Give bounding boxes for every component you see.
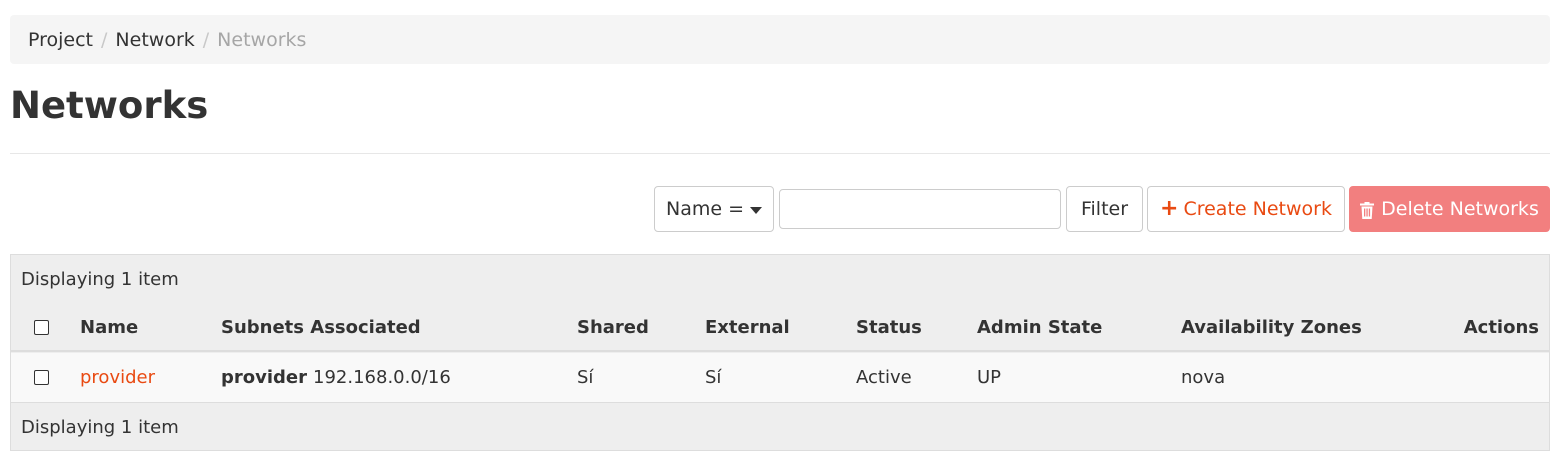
networks-page: Project / Network / Networks Networks Na… xyxy=(0,0,1559,475)
filter-field-dropdown[interactable]: Name = xyxy=(654,186,774,232)
page-title: Networks xyxy=(10,84,209,127)
column-header-external[interactable]: External xyxy=(705,304,790,350)
breadcrumb-separator: / xyxy=(202,28,210,51)
shared-cell: Sí xyxy=(577,367,594,388)
status-cell: Active xyxy=(856,367,912,388)
column-header-name[interactable]: Name xyxy=(80,304,138,350)
select-all-cell xyxy=(34,304,49,350)
create-network-button[interactable]: + Create Network xyxy=(1147,186,1345,232)
table-row: provider provider 192.168.0.0/16 Sí Sí A… xyxy=(11,353,1549,402)
column-header-subnets[interactable]: Subnets Associated xyxy=(221,304,421,350)
availability-zones-cell: nova xyxy=(1181,367,1226,388)
table-header-row: Name Subnets Associated Shared External … xyxy=(11,304,1549,352)
filter-input[interactable] xyxy=(779,189,1061,229)
caret-down-icon xyxy=(750,206,762,214)
breadcrumb-project[interactable]: Project xyxy=(28,29,93,51)
admin-state-cell: UP xyxy=(977,367,1002,388)
filter-button-label: Filter xyxy=(1080,198,1129,220)
column-header-availability-zones[interactable]: Availability Zones xyxy=(1181,304,1362,350)
breadcrumb: Project / Network / Networks xyxy=(10,15,1550,64)
row-checkbox[interactable] xyxy=(34,370,49,385)
breadcrumb-networks-current: Networks xyxy=(217,28,307,51)
trash-icon xyxy=(1360,201,1375,219)
column-header-status[interactable]: Status xyxy=(856,304,922,350)
column-header-actions: Actions xyxy=(1463,316,1539,338)
table-caption-top: Displaying 1 item xyxy=(21,269,179,290)
breadcrumb-network[interactable]: Network xyxy=(115,29,194,51)
subnet-cidr: 192.168.0.0/16 xyxy=(313,367,451,388)
column-header-shared[interactable]: Shared xyxy=(577,304,649,350)
delete-networks-button[interactable]: Delete Networks xyxy=(1349,186,1550,232)
filter-button[interactable]: Filter xyxy=(1066,186,1143,232)
networks-table: Displaying 1 item Name Subnets Associate… xyxy=(10,254,1550,451)
subnets-cell: provider 192.168.0.0/16 xyxy=(221,353,451,402)
network-name-link[interactable]: provider xyxy=(80,353,155,402)
subnet-name: provider xyxy=(221,367,308,388)
row-select-cell xyxy=(34,353,49,402)
table-caption-bottom: Displaying 1 item xyxy=(11,402,1549,451)
title-divider xyxy=(10,153,1550,154)
external-cell: Sí xyxy=(705,367,722,388)
select-all-checkbox[interactable] xyxy=(34,319,49,335)
filter-field-label: Name = xyxy=(665,198,744,220)
create-network-label: Create Network xyxy=(1183,198,1332,220)
breadcrumb-separator: / xyxy=(101,28,108,51)
plus-icon: + xyxy=(1160,195,1179,221)
delete-networks-label: Delete Networks xyxy=(1381,198,1539,220)
column-header-admin-state[interactable]: Admin State xyxy=(977,304,1102,350)
